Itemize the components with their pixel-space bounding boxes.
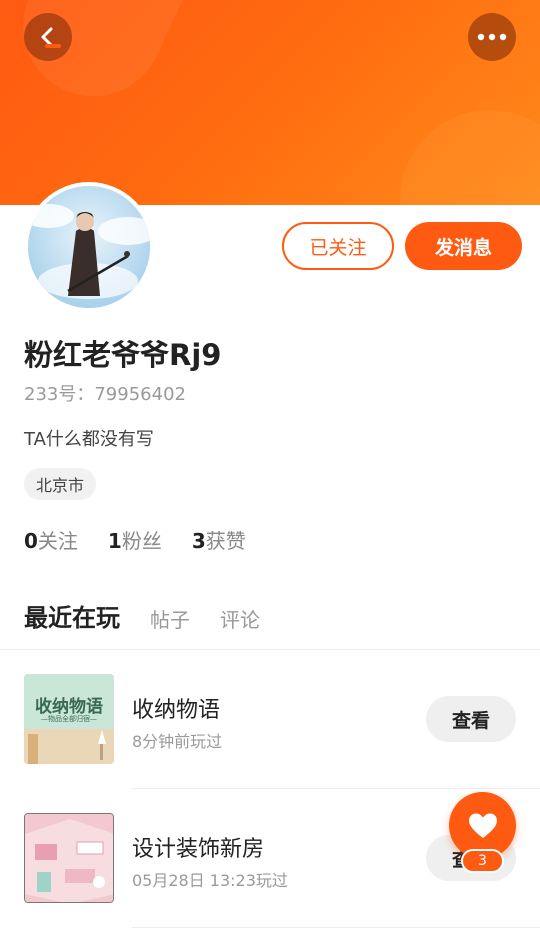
more-dots-icon	[477, 33, 507, 41]
stat-count: 1	[107, 529, 122, 553]
stat-label: 粉丝	[121, 529, 162, 553]
game-last-played: 8分钟前玩过	[132, 732, 223, 751]
game-thumbnail: 收纳物语 —物品全部归宿—	[24, 674, 114, 764]
game-title: 收纳物语	[132, 698, 221, 723]
stat-count: 3	[191, 529, 206, 553]
view-game-button[interactable]: 查看	[426, 696, 516, 742]
list-item[interactable]: 设计装饰新房 05月28日 13:23玩过 查看	[24, 813, 516, 905]
like-count-badge: 3	[461, 849, 504, 873]
stat-followers[interactable]: 1粉丝	[108, 525, 162, 554]
stat-label: 关注	[37, 529, 78, 553]
account-id: 233号：79956402	[24, 384, 186, 405]
heart-icon	[468, 813, 497, 838]
active-tab-indicator	[45, 44, 61, 48]
game-title: 设计装饰新房	[132, 837, 265, 862]
row-divider	[132, 788, 540, 789]
followed-button[interactable]: 已关注	[282, 222, 394, 270]
game-thumbnail	[24, 813, 114, 903]
profile-tabs: 最近在玩 帖子 评论	[24, 598, 290, 633]
list-item[interactable]: 收纳物语 —物品全部归宿— 收纳物语 8分钟前玩过 查看	[24, 674, 516, 766]
tabs-divider	[0, 649, 540, 650]
profile-stats: 0关注 1粉丝 3获赞	[24, 525, 276, 554]
game-thumbnail-subtitle: —物品全部归宿—	[41, 715, 97, 723]
game-last-played: 05月28日 13:23玩过	[132, 871, 288, 890]
stat-following[interactable]: 0关注	[24, 525, 78, 554]
profile-header-banner	[0, 0, 540, 205]
stat-likes[interactable]: 3获赞	[192, 525, 246, 554]
more-options-button[interactable]	[468, 13, 516, 61]
row-divider	[132, 927, 540, 928]
tab-recently-played[interactable]: 最近在玩	[24, 598, 120, 633]
avatar[interactable]	[24, 182, 154, 312]
back-button[interactable]	[24, 13, 72, 61]
stat-count: 0	[24, 529, 38, 553]
stat-label: 获赞	[205, 529, 246, 553]
tab-posts[interactable]: 帖子	[150, 604, 190, 633]
bio-text: TA什么都没有写	[24, 429, 154, 450]
send-message-button[interactable]: 发消息	[405, 222, 522, 270]
location-tag: 北京市	[24, 468, 97, 500]
username: 粉红老爷爷Rj9	[24, 338, 222, 372]
tab-comments[interactable]: 评论	[220, 604, 260, 633]
